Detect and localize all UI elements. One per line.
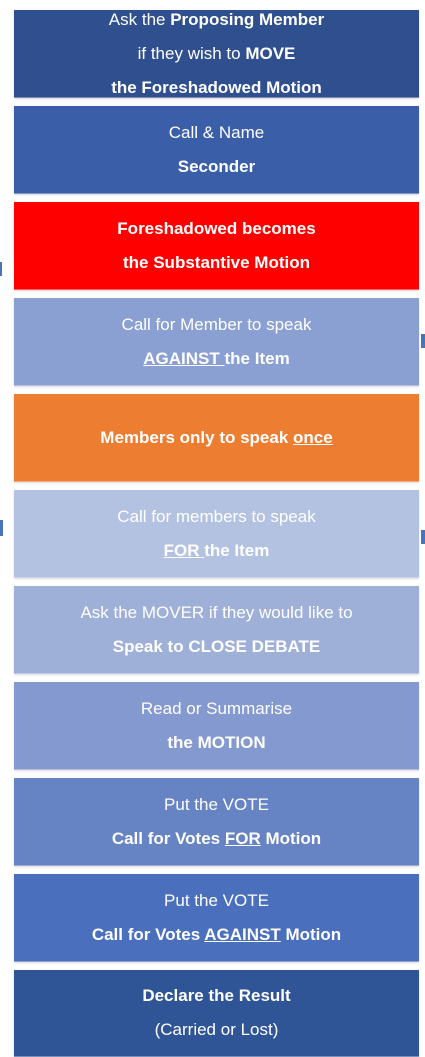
step-text: Ask the MOVER if they would like to xyxy=(80,602,353,622)
step-3: Foreshadowed becomes the Substantive Moti… xyxy=(14,202,419,290)
step-7: Ask the MOVER if they would like to Speak… xyxy=(14,586,419,674)
step-2: Call & Name Seconder xyxy=(14,106,419,194)
step-9: Put the VOTE Call for Votes FOR Motion xyxy=(14,778,419,866)
step-text: Declare the Result xyxy=(142,986,291,1005)
step-text: Put the VOTE xyxy=(164,794,269,814)
step-2-line-2: Seconder xyxy=(178,150,255,184)
step-1-line-3: the Foreshadowed Motion xyxy=(111,71,322,105)
step-text: if they wish to xyxy=(137,43,246,63)
step-text: (Carried or Lost) xyxy=(154,1020,279,1039)
step-8-line-2: the MOTION xyxy=(167,726,265,760)
step-3-line-1: Foreshadowed becomes xyxy=(117,212,315,246)
step-7-line-1: Ask the MOVER if they would like to xyxy=(80,596,352,630)
step-text: FOR xyxy=(163,540,205,560)
step-8: Read or Summarise the MOTION xyxy=(14,682,419,770)
step-text: Put the VOTE xyxy=(164,890,269,910)
step-text: Call for Votes xyxy=(111,828,225,848)
step-6: Call for members to speak FOR the Item xyxy=(14,490,419,578)
step-8-line-1: Read or Summarise xyxy=(141,692,292,726)
step-text: Proposing Member xyxy=(170,9,325,29)
step-9-line-2: Call for Votes FOR Motion xyxy=(112,822,321,856)
step-text: the Item xyxy=(224,348,290,368)
step-text: AGAINST xyxy=(143,348,225,368)
step-text: Members only to speak xyxy=(100,427,294,447)
step-1-line-1: Ask the Proposing Member xyxy=(109,3,324,37)
step-10-line-2: Call for Votes AGAINST Motion xyxy=(92,918,341,952)
step-text: Ask the xyxy=(108,9,171,29)
step-text: MOVE xyxy=(245,43,296,63)
step-1-line-2: if they wish to MOVE xyxy=(138,37,296,71)
step-text: Seconder xyxy=(177,156,256,176)
step-text: the Foreshadowed Motion xyxy=(111,77,322,97)
step-text: the Substantive Motion xyxy=(123,252,310,272)
step-text: Read or Summarise xyxy=(140,698,293,718)
step-6-line-1: Call for members to speak xyxy=(117,500,315,534)
step-4-line-1: Call for Member to speak xyxy=(122,308,312,342)
step-1: Ask the Proposing Member if they wish to … xyxy=(14,10,419,98)
step-text: Call for Member to speak xyxy=(121,314,312,334)
step-4: Call for Member to speak AGAINST the Item xyxy=(14,298,419,386)
step-11-line-2: (Carried or Lost) xyxy=(155,1013,279,1047)
step-text: Call & Name xyxy=(168,122,265,142)
step-text: Motion xyxy=(260,828,322,848)
step-5-line-1: Members only to speak once xyxy=(100,421,332,455)
step-text: FOR xyxy=(224,828,261,848)
step-text: Call for members to speak xyxy=(117,506,316,526)
left-connector-fragment xyxy=(0,520,3,536)
step-text: Foreshadowed becomes xyxy=(117,218,316,238)
step-11: Declare the Result (Carried or Lost) xyxy=(14,970,419,1057)
right-connector-fragment xyxy=(421,530,425,544)
step-4-line-2: AGAINST the Item xyxy=(143,342,289,376)
step-text: AGAINST xyxy=(204,924,281,944)
step-text: the MOTION xyxy=(167,732,266,752)
step-2-line-1: Call & Name xyxy=(169,116,264,150)
left-connector-fragment xyxy=(0,262,2,276)
step-text: Speak to CLOSE DEBATE xyxy=(112,636,321,656)
step-3-line-2: the Substantive Motion xyxy=(123,246,310,280)
step-text: the Item xyxy=(204,540,270,560)
step-text: Motion xyxy=(280,924,342,944)
step-10-line-1: Put the VOTE xyxy=(164,884,269,918)
step-text: Call for Votes xyxy=(91,924,205,944)
step-6-line-2: FOR the Item xyxy=(164,534,270,568)
step-7-line-2: Speak to CLOSE DEBATE xyxy=(113,630,321,664)
step-10: Put the VOTE Call for Votes AGAINST Motio… xyxy=(14,874,419,962)
step-9-line-1: Put the VOTE xyxy=(164,788,269,822)
step-text: once xyxy=(293,427,333,447)
step-11-line-1: Declare the Result xyxy=(142,979,290,1013)
right-connector-fragment xyxy=(421,334,425,348)
step-5: Members only to speak once xyxy=(14,394,419,482)
